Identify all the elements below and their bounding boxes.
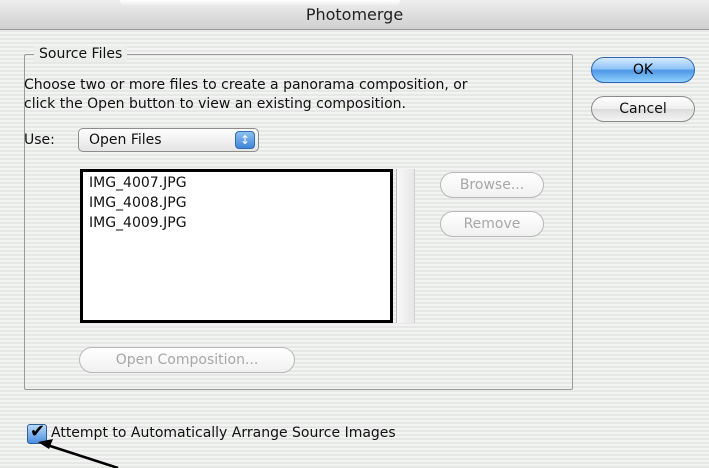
cancel-button[interactable]: Cancel	[591, 96, 695, 122]
checkmark-icon: ✔	[30, 421, 46, 442]
popup-arrows-icon: ↕	[235, 131, 255, 149]
file-list-item[interactable]: IMG_4008.JPG	[83, 193, 390, 213]
use-popup-menu[interactable]: Open Files ↕	[78, 128, 259, 152]
remove-button[interactable]: Remove	[440, 211, 544, 237]
source-file-list[interactable]: IMG_4007.JPG IMG_4008.JPG IMG_4009.JPG	[80, 169, 393, 323]
auto-arrange-checkbox[interactable]: ✔	[27, 421, 47, 444]
file-list-item[interactable]: IMG_4007.JPG	[83, 173, 390, 193]
file-list-item[interactable]: IMG_4009.JPG	[83, 213, 390, 233]
window-title: Photomerge	[305, 5, 404, 24]
open-composition-button[interactable]: Open Composition...	[79, 347, 295, 373]
description-line-1: Choose two or more files to create a pan…	[24, 77, 468, 93]
description-line-2: click the Open button to view an existin…	[24, 96, 406, 112]
title-bar: Photomerge	[0, 0, 709, 30]
source-files-legend: Source Files	[34, 46, 128, 62]
browse-button[interactable]: Browse...	[440, 172, 544, 198]
ok-button[interactable]: OK	[591, 57, 695, 83]
use-label: Use:	[24, 132, 55, 148]
source-files-description: Choose two or more files to create a pan…	[24, 76, 584, 114]
file-list-scrollbar[interactable]	[396, 169, 415, 323]
use-popup-value: Open Files	[89, 132, 162, 148]
auto-arrange-label: Attempt to Automatically Arrange Source …	[51, 425, 396, 441]
